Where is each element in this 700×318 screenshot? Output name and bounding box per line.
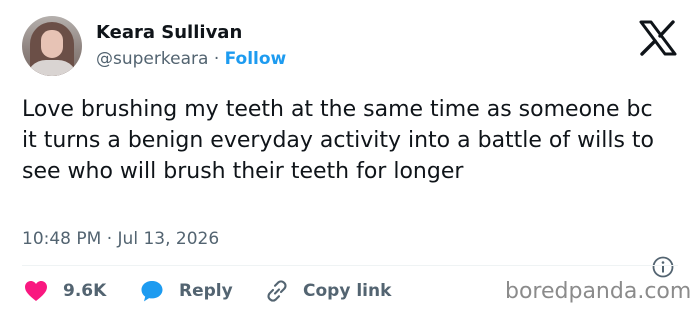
copy-link-button[interactable]: Copy link	[264, 276, 391, 306]
divider	[22, 265, 678, 266]
follow-button[interactable]: Follow	[225, 49, 287, 69]
like-count: 9.6K	[63, 281, 107, 301]
tweet-text: Love brushing my teeth at the same time …	[22, 97, 655, 184]
x-logo-icon[interactable]	[639, 20, 677, 56]
handle-row: @superkeara · Follow	[96, 49, 286, 69]
tweet-card: Keara Sullivan @superkeara · Follow Love…	[0, 0, 700, 318]
avatar-face	[41, 30, 63, 58]
tweet-timestamp[interactable]: 10:48 PM · Jul 13, 2026	[22, 229, 219, 249]
handle-separator: ·	[213, 49, 220, 69]
heart-icon	[25, 281, 47, 301]
link-icon	[267, 280, 287, 302]
display-name[interactable]: Keara Sullivan	[96, 22, 242, 43]
copy-link-label: Copy link	[303, 281, 392, 301]
info-icon[interactable]	[652, 256, 674, 278]
watermark: boredpanda.com	[505, 279, 692, 304]
reply-button[interactable]: Reply	[140, 276, 233, 306]
speech-bubble-icon	[141, 281, 163, 302]
reply-label: Reply	[179, 281, 233, 301]
user-handle[interactable]: @superkeara	[96, 49, 208, 69]
avatar[interactable]	[22, 16, 82, 76]
like-button[interactable]: 9.6K	[24, 276, 106, 306]
